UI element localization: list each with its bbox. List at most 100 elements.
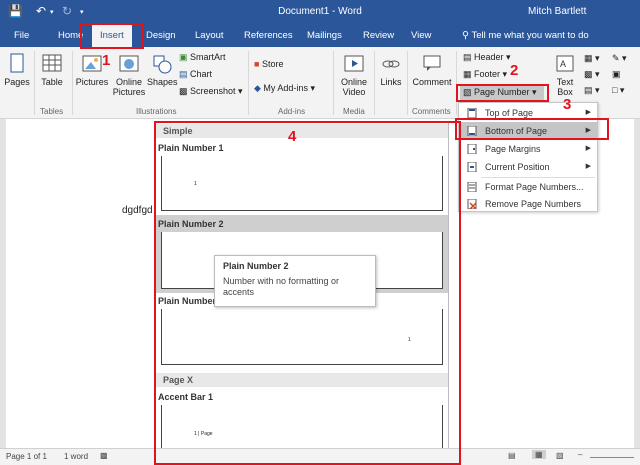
chevron-down-icon: ▾ [235,86,243,96]
group-tables: Tables [40,107,64,116]
footer-label: Footer [474,69,501,79]
tell-me-box[interactable]: ⚲ Tell me what you want to do [462,30,589,41]
picture-icon [82,55,102,72]
table-label: Table [41,77,63,87]
text-box-button[interactable]: A Text Box [553,53,577,97]
date-time-icon[interactable]: ▣ [612,69,621,80]
my-addins-label: My Add-ins [263,83,308,93]
text-box-icon: A [556,55,574,72]
page-margins-icon [467,144,477,154]
chevron-right-icon: ▶ [585,163,591,170]
comment-icon [423,55,441,71]
current-position-icon [467,162,477,172]
online-video-button[interactable]: Online Video [337,53,371,97]
header-label: Header [474,52,504,62]
group-illustrations: Illustrations [136,107,177,116]
store-icon: ■ [254,59,262,69]
group-comments: Comments [412,107,451,116]
menu-item-label: Current Position [485,162,550,172]
comment-button[interactable]: Comment [410,53,454,87]
tell-me-text: Tell me what you want to do [471,30,589,41]
document-text[interactable]: dgdfgd [122,205,153,216]
tab-review[interactable]: Review [363,30,394,41]
smartart-label: SmartArt [190,52,226,62]
menu-item-page-margins[interactable]: Page Margins ▶ [459,140,597,158]
pages-button[interactable]: Pages [3,53,31,87]
zoom-out-icon[interactable]: – [578,450,582,459]
table-icon [42,54,62,72]
object-icon[interactable]: □ ▾ [612,85,624,96]
status-page-count[interactable]: Page 1 of 1 [6,452,47,461]
menu-item-label: Top of Page [485,108,534,118]
chevron-right-icon: ▶ [585,145,591,152]
read-mode-icon[interactable]: ▤ [508,451,516,460]
print-layout-icon[interactable]: ▦ [532,450,546,459]
links-label: Links [380,77,402,87]
online-video-label: Online Video [340,77,367,97]
shapes-button[interactable]: Shapes [147,53,178,87]
smartart-button[interactable]: ▣ SmartArt [179,52,226,63]
annotation-box-page-number [456,84,549,102]
online-pictures-button[interactable]: Online Pictures [111,53,147,97]
chevron-down-icon: ▾ [307,83,315,93]
chart-label: Chart [190,69,213,79]
chart-button[interactable]: ▤ Chart [179,69,212,80]
chevron-down-icon: ▾ [503,52,511,62]
links-button[interactable]: Links [377,53,405,87]
menu-item-current-position[interactable]: Current Position ▶ [459,158,597,176]
online-pictures-label: Online Pictures [112,77,146,97]
tab-mailings[interactable]: Mailings [307,30,342,41]
signature-line-icon[interactable]: ✎ ▾ [612,53,627,64]
annotation-number-4: 4 [288,128,297,145]
pages-icon [10,53,24,73]
video-icon [344,55,364,72]
screenshot-icon: ▩ [179,86,191,96]
menu-item-remove-page-numbers[interactable]: Remove Page Numbers [459,195,597,213]
tab-layout[interactable]: Layout [195,30,224,41]
zoom-slider[interactable] [590,457,634,458]
screenshot-label: Screenshot [190,86,236,96]
annotation-number-3: 3 [563,96,572,113]
my-addins-button[interactable]: ◆ My Add-ins ▾ [254,83,315,94]
status-word-count[interactable]: 1 word [64,452,88,461]
header-icon: ▤ [463,52,475,62]
shapes-label: Shapes [147,77,178,87]
proofing-icon[interactable]: ▩ [100,451,108,460]
menu-item-label: Page Margins [485,144,541,154]
text-box-label: Text Box [556,77,574,97]
pages-label: Pages [4,77,30,87]
menu-item-format-page-numbers[interactable]: Format Page Numbers... [459,178,597,196]
quick-parts-icon[interactable]: ▦ ▾ [584,53,600,64]
comment-label: Comment [412,77,452,87]
svg-text:A: A [560,59,566,69]
chevron-right-icon: ▶ [585,109,591,116]
tab-file[interactable]: File [14,30,29,41]
footer-icon: ▦ [463,69,475,79]
tab-references[interactable]: References [244,30,293,41]
annotation-number-1: 1 [102,52,111,69]
annotation-number-2: 2 [510,62,519,79]
chevron-down-icon: ▾ [500,69,508,79]
annotation-box-gallery [154,121,461,465]
screenshot-button[interactable]: ▩ Screenshot ▾ [179,86,243,97]
header-button[interactable]: ▤ Header ▾ [463,52,511,63]
online-picture-icon [119,55,139,72]
group-addins: Add-ins [278,107,306,116]
title-bar: 💾 ↶ ▾ ↻ ▾ Document1 - Word Mitch Bartlet… [0,0,640,25]
tab-view[interactable]: View [411,30,431,41]
tab-design[interactable]: Design [146,30,176,41]
menu-item-label: Remove Page Numbers [485,199,582,209]
table-button[interactable]: Table [37,53,67,87]
drop-cap-icon[interactable]: ▤ ▾ [584,85,600,96]
pictures-label: Pictures [75,77,109,87]
annotation-box-bottom-of-page [455,118,609,140]
group-media: Media [343,107,365,116]
web-layout-icon[interactable]: ▧ [556,451,564,460]
wordart-icon[interactable]: ▩ ▾ [584,69,600,80]
menu-item-label: Format Page Numbers... [485,182,584,192]
store-button[interactable]: ■ Store [254,59,283,69]
annotation-box-insert-tab [80,23,144,49]
user-name[interactable]: Mitch Bartlett [528,6,586,17]
footer-button[interactable]: ▦ Footer ▾ [463,69,507,80]
chart-icon: ▤ [179,69,191,79]
